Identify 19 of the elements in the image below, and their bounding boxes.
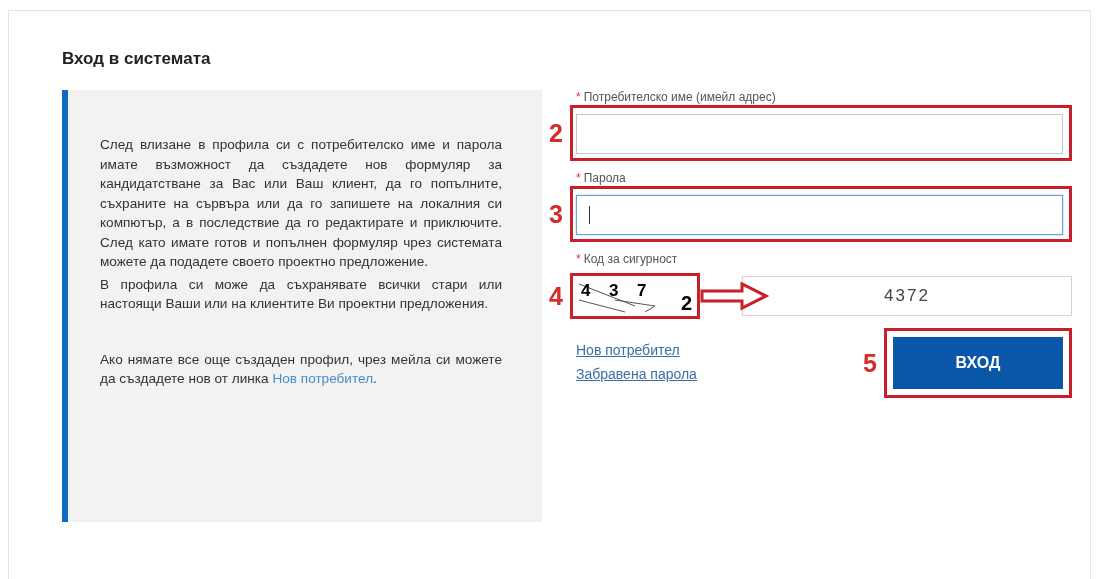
page-title: Вход в системата — [62, 49, 212, 69]
field-label: * Потребителско име (имейл адрес) — [576, 90, 777, 104]
field-label: * Код за сигурност — [576, 252, 679, 266]
annotation-number: 2 — [548, 118, 564, 148]
captcha-image: 4 3 7 2 — [575, 278, 695, 314]
annotation-number: 5 — [862, 348, 878, 378]
field-label: * Парола — [576, 171, 627, 185]
annotation-number: 4 — [548, 281, 564, 311]
info-paragraph: В профила си може да съхранявате всички стари или настоящи Ваши или на клиентите Ви проектни предложения. — [100, 275, 502, 313]
text-cursor — [589, 206, 590, 224]
login-button[interactable]: ВХОД — [893, 337, 1063, 389]
text-field[interactable] — [576, 195, 1063, 235]
form-link[interactable]: Забравена парола — [576, 366, 697, 382]
annotation-number: 3 — [548, 199, 564, 229]
info-paragraph: След влизане в профила си с потребителско име и парола имате възможност да създадете нов формуляр за кандидатстване за Вас или Ваш клиент, да го попълните, съхраните на сървъра или да го запишете на локалния си компютър, а в последствие да го редактирате и приключите. След като имате готов и попълнен формуляр чрез системата можете да подадете своето проектно предложение. — [100, 136, 502, 271]
info-paragraph: Ако нямате все още създаден профил, чрез мейла си можете да създадете нов от линка Нов потребител. — [100, 350, 502, 388]
captcha-field[interactable]: 4372 — [742, 276, 1072, 316]
form-link[interactable]: Нов потребител — [576, 342, 697, 358]
text-field[interactable] — [576, 114, 1063, 154]
